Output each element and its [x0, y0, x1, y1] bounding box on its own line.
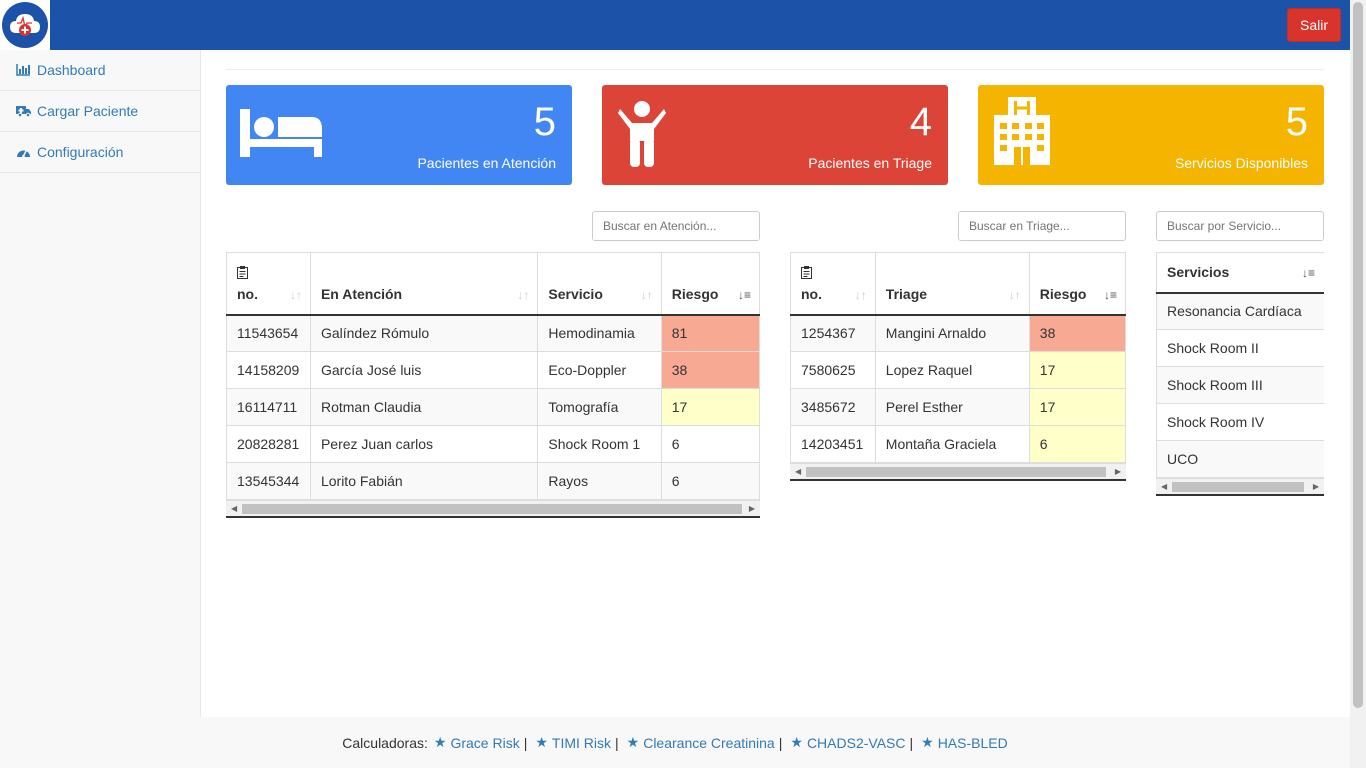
table-row[interactable]: Shock Room III — [1156, 366, 1324, 404]
table-row[interactable]: Resonancia Cardíaca — [1156, 292, 1324, 330]
sort-icon: ↓↑ — [1008, 287, 1021, 302]
clipboard-icon — [237, 265, 300, 282]
child-icon — [618, 101, 666, 170]
column-header-en-atencion[interactable]: En Atención ↓↑ — [310, 252, 539, 316]
card-label: Pacientes en Atención — [417, 155, 556, 171]
sort-icon: ↓↑ — [517, 287, 530, 302]
table-row[interactable]: 16114711 Rotman Claudia Tomografía 17 — [226, 388, 760, 426]
star-icon: ★ — [433, 734, 447, 750]
table-row[interactable]: 1254367 Mangini Arnaldo 38 — [790, 314, 1126, 352]
card-pacientes-atencion[interactable]: 5 Pacientes en Atención — [226, 85, 572, 185]
footer-prefix: Calculadoras: — [342, 734, 428, 751]
atencion-horizontal-scrollbar[interactable]: ◀ ▶ — [226, 500, 760, 516]
table-row[interactable]: 3485672 Perel Esther 17 — [790, 388, 1126, 426]
risk-cell: 81 — [661, 314, 760, 352]
clipboard-icon — [801, 265, 865, 282]
star-icon: ★ — [790, 734, 803, 750]
table-row[interactable]: 20828281 Perez Juan carlos Shock Room 16 — [226, 425, 760, 463]
risk-cell: 6 — [661, 462, 760, 500]
risk-cell: 38 — [1029, 314, 1126, 352]
sort-icon: ↓↑ — [640, 287, 653, 302]
app-logo[interactable] — [0, 0, 50, 50]
column-header-servicios[interactable]: Servicios ↓≡ — [1156, 252, 1324, 294]
main-content: 5 Pacientes en Atención 4 Pacientes en T… — [201, 50, 1350, 717]
table-row[interactable]: 14203451 Montaña Graciela 6 — [790, 425, 1126, 463]
ambulance-icon — [16, 104, 32, 118]
card-pacientes-triage[interactable]: 4 Pacientes en Triage — [602, 85, 948, 185]
card-label: Pacientes en Triage — [808, 155, 932, 171]
search-triage-input[interactable] — [958, 211, 1126, 241]
risk-cell: 17 — [1029, 388, 1126, 426]
triage-table: no. ↓↑ Triage ↓↑ Riesgo ↓≡ 1254367 Mangini A… — [790, 252, 1126, 481]
divider — [226, 69, 1324, 70]
cloud-medical-icon — [2, 2, 48, 48]
star-icon: ★ — [626, 734, 640, 750]
sort-icon: ↓↑ — [854, 287, 867, 302]
search-servicio-input[interactable] — [1156, 211, 1324, 241]
column-header-no[interactable]: no. ↓↑ — [226, 252, 311, 316]
sidebar-item-label: Configuración — [37, 144, 124, 160]
logout-button[interactable]: Salir — [1287, 8, 1341, 42]
card-value: 5 — [1285, 100, 1308, 144]
triage-horizontal-scrollbar[interactable]: ◀ ▶ — [790, 463, 1126, 479]
table-row[interactable]: Shock Room II — [1156, 329, 1324, 367]
card-value: 5 — [533, 100, 556, 144]
sidebar-item-label: Cargar Paciente — [37, 103, 139, 119]
link-has-bled[interactable]: HAS-BLED — [938, 735, 1008, 751]
star-icon: ★ — [535, 734, 548, 750]
dashboard-gauge-icon — [16, 145, 32, 159]
bed-icon — [240, 99, 324, 162]
table-row[interactable]: 7580625 Lopez Raquel 17 — [790, 351, 1126, 389]
table-row[interactable]: 11543654 Galíndez Rómulo Hemodinamia 81 — [226, 314, 760, 352]
page-vertical-scrollbar[interactable] — [1350, 0, 1366, 768]
column-header-servicio[interactable]: Servicio ↓↑ — [537, 252, 662, 316]
table-row[interactable]: UCO — [1156, 440, 1324, 478]
link-clearance-creatinina[interactable]: Clearance Creatinina — [643, 735, 775, 751]
link-grace-risk[interactable]: Grace Risk — [450, 735, 519, 751]
table-row[interactable]: 13545344 Lorito Fabián Rayos 6 — [226, 462, 760, 500]
risk-cell: 38 — [661, 351, 760, 389]
servicios-horizontal-scrollbar[interactable]: ◀ ▶ — [1156, 478, 1324, 494]
bar-chart-icon — [16, 63, 32, 77]
sidebar-item-cargar-paciente[interactable]: Cargar Paciente — [0, 91, 200, 132]
column-header-triage[interactable]: Triage ↓↑ — [875, 252, 1030, 316]
risk-cell: 6 — [661, 425, 760, 463]
table-row[interactable]: Shock Room IV — [1156, 403, 1324, 441]
sort-desc-icon: ↓≡ — [737, 287, 751, 302]
atencion-table: no. ↓↑ En Atención ↓↑ Servicio ↓↑ Riesgo ↓≡ … — [226, 252, 760, 518]
sidebar-item-configuracion[interactable]: Configuración — [0, 132, 200, 173]
card-label: Servicios Disponibles — [1174, 155, 1308, 171]
sidebar-item-dashboard[interactable]: Dashboard — [0, 50, 200, 91]
footer: Calculadoras: ★ Grace Risk | ★ TIMI Risk | ★… — [0, 717, 1350, 768]
table-row[interactable]: 14158209 García José luis Eco-Doppler 38 — [226, 351, 760, 389]
link-chads2-vasc[interactable]: CHADS2-VASC — [807, 735, 906, 751]
risk-cell: 17 — [661, 388, 760, 426]
column-header-riesgo[interactable]: Riesgo ↓≡ — [1029, 252, 1126, 316]
card-servicios-disponibles[interactable]: 5 Servicios Disponibles — [978, 85, 1324, 185]
sidebar-item-label: Dashboard — [37, 62, 106, 78]
sidebar: Dashboard Cargar Paciente Configuración — [0, 50, 201, 717]
hospital-icon — [994, 97, 1050, 168]
card-value: 4 — [909, 100, 932, 144]
risk-cell: 6 — [1029, 425, 1126, 463]
link-timi-risk[interactable]: TIMI Risk — [552, 735, 611, 751]
sort-asc-icon: ↓≡ — [1301, 265, 1315, 280]
servicios-table: Servicios ↓≡ Resonancia Cardíaca Shock Ro… — [1156, 252, 1324, 496]
risk-cell: 17 — [1029, 351, 1126, 389]
search-atencion-input[interactable] — [592, 211, 760, 241]
star-icon: ★ — [921, 734, 934, 750]
column-header-riesgo[interactable]: Riesgo ↓≡ — [661, 252, 760, 316]
top-navbar: Salir — [0, 0, 1350, 50]
sort-icon: ↓↑ — [289, 287, 302, 302]
column-header-no[interactable]: no. ↓↑ — [790, 252, 876, 316]
sort-desc-icon: ↓≡ — [1103, 287, 1117, 302]
